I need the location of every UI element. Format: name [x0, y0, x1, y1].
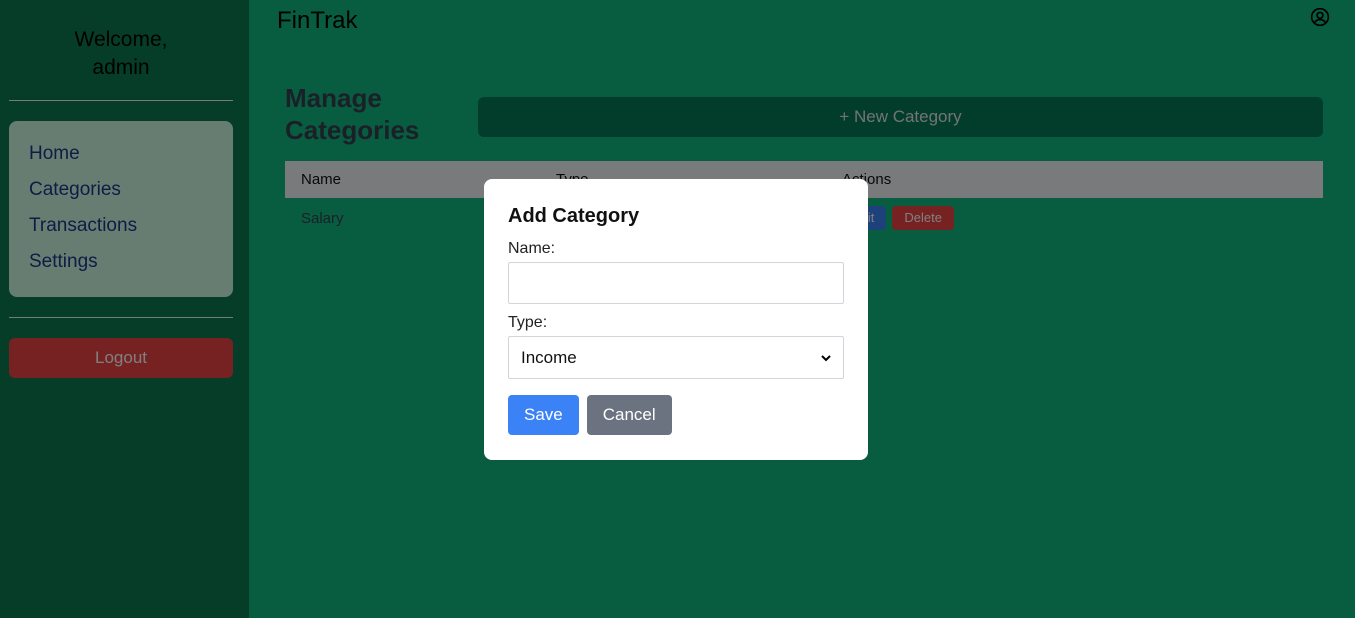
add-category-modal: Add Category Name: Type: Income Save Can…: [484, 179, 868, 460]
cancel-button[interactable]: Cancel: [586, 395, 672, 435]
save-button[interactable]: Save: [508, 395, 579, 435]
type-select-value: Income: [521, 347, 577, 367]
modal-actions: Save Cancel: [508, 395, 844, 435]
modal-title: Add Category: [508, 205, 640, 227]
type-select[interactable]: Income: [508, 336, 844, 379]
type-label: Type:: [508, 314, 548, 331]
name-input[interactable]: [508, 262, 844, 304]
name-label: Name:: [508, 240, 556, 257]
chevron-down-icon: [821, 354, 831, 361]
